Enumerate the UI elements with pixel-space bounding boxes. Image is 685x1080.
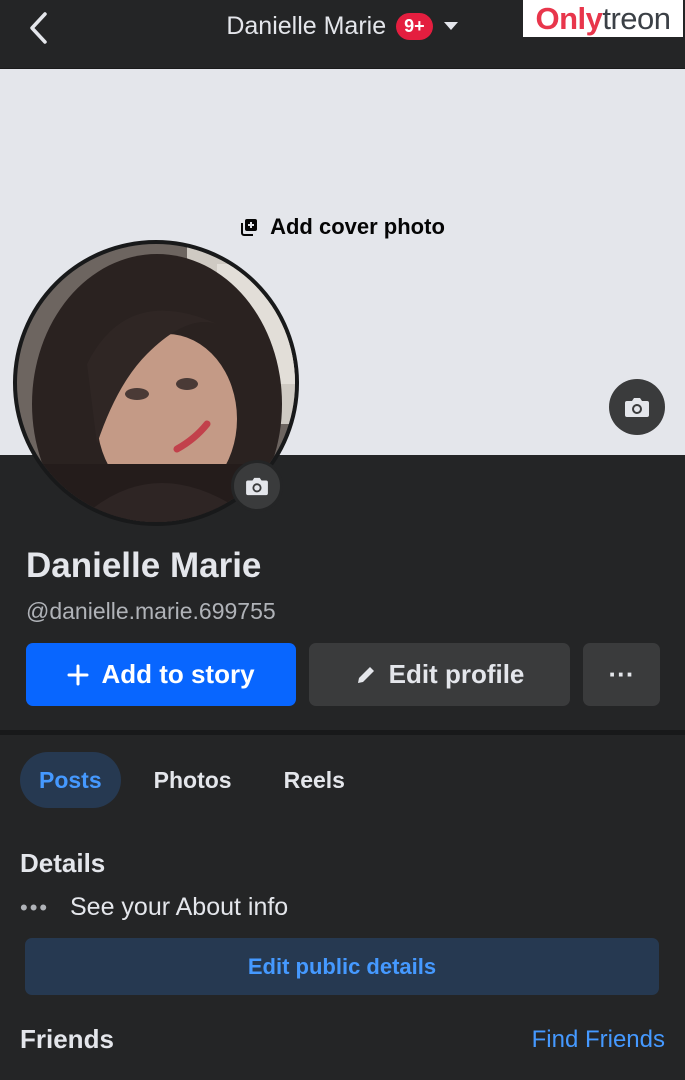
- caret-down-icon[interactable]: [443, 18, 459, 36]
- watermark-logo: Only treon: [523, 0, 683, 37]
- more-options-button[interactable]: ···: [583, 643, 660, 706]
- profile-name: Danielle Marie: [26, 546, 262, 585]
- camera-icon: [246, 477, 268, 496]
- add-cover-photo-label: Add cover photo: [270, 214, 445, 239]
- details-heading: Details: [20, 848, 106, 878]
- notification-badge: 9+: [396, 13, 433, 40]
- edit-profile-label: Edit profile: [388, 659, 525, 689]
- watermark-part-2: treon: [602, 0, 671, 36]
- plus-icon: [67, 664, 89, 685]
- photo-add-icon: [241, 219, 258, 236]
- camera-icon: [625, 398, 649, 417]
- tab-reels[interactable]: Reels: [265, 752, 364, 808]
- watermark-part-1: Only: [535, 0, 603, 36]
- header-title: Danielle Marie: [226, 12, 387, 40]
- find-friends-link[interactable]: Find Friends: [532, 1026, 665, 1054]
- edit-public-details-button[interactable]: Edit public details: [25, 938, 659, 995]
- section-divider: [0, 730, 685, 735]
- see-about-info-link[interactable]: ••• See your About info: [20, 893, 288, 922]
- profile-username: @danielle.marie.699755: [26, 598, 276, 624]
- profile-tabs: Posts Photos Reels: [20, 752, 378, 808]
- edit-profile-button[interactable]: Edit profile: [309, 643, 570, 706]
- add-to-story-button[interactable]: Add to story: [26, 643, 296, 706]
- add-cover-photo-button[interactable]: Add cover photo: [0, 214, 685, 240]
- see-about-info-label: See your About info: [70, 893, 289, 921]
- add-to-story-label: Add to story: [101, 659, 255, 689]
- tab-posts[interactable]: Posts: [20, 752, 121, 808]
- cover-camera-button[interactable]: [609, 379, 665, 435]
- more-dots-icon: •••: [20, 894, 50, 920]
- pencil-icon: [357, 666, 374, 683]
- avatar-camera-button[interactable]: [231, 460, 283, 512]
- friends-heading: Friends: [20, 1024, 114, 1054]
- tab-photos[interactable]: Photos: [135, 752, 251, 808]
- more-dots-icon: ···: [608, 659, 635, 689]
